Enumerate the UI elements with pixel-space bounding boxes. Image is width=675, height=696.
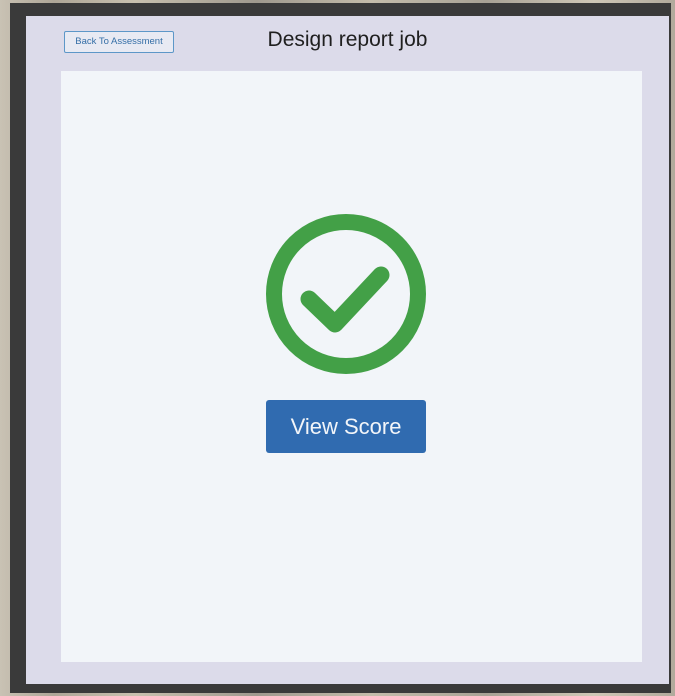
view-score-button[interactable]: View Score (266, 400, 426, 453)
dialog-header: Back To Assessment Design report job (26, 16, 669, 70)
result-panel: View Score (61, 71, 642, 662)
dialog-title: Design report job (267, 28, 428, 51)
check-circle-icon (265, 213, 427, 375)
window-frame: Back To Assessment Design report job Vie… (10, 3, 671, 693)
assessment-dialog: Back To Assessment Design report job Vie… (26, 16, 669, 684)
